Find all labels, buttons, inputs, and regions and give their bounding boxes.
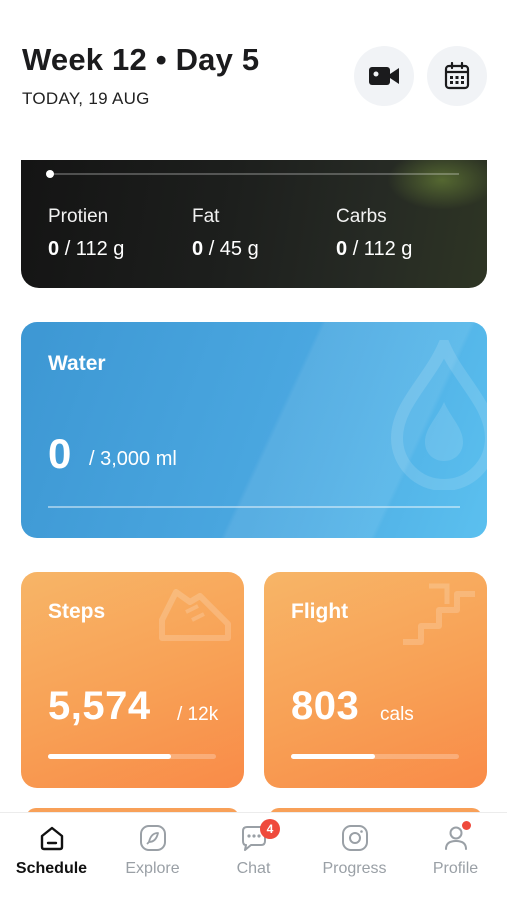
compass-icon <box>139 825 166 851</box>
macros-progress-track <box>49 173 459 175</box>
water-card[interactable]: Water 0 / 3,000 ml <box>21 322 487 538</box>
water-progress-track <box>48 506 460 508</box>
stairs-icon <box>403 583 475 645</box>
macro-label: Fat <box>192 206 220 227</box>
macro-current: 0 <box>48 238 60 260</box>
steps-progress-fill <box>48 754 171 759</box>
shoe-icon <box>159 589 231 641</box>
flight-card[interactable]: Flight 803 cals <box>264 572 487 788</box>
nav-item-profile[interactable]: Profile <box>405 813 506 900</box>
macro-label: Carbs <box>336 206 387 227</box>
water-current: 0 <box>48 430 72 477</box>
steps-card[interactable]: Steps 5,574 / 12k <box>21 572 244 788</box>
today-date: TODAY, 19 AUG <box>22 89 150 108</box>
macro-fat: Fat 0 / 45 g <box>192 206 259 261</box>
macro-goal: / 45 g <box>208 238 259 260</box>
water-label: Water <box>48 352 106 375</box>
calendar-button[interactable] <box>427 46 487 106</box>
bottom-nav: Schedule Explore Chat Progress Profile <box>0 812 507 900</box>
page-title: Week 12 • Day 5 <box>22 42 260 77</box>
nav-label: Schedule <box>15 860 88 877</box>
macro-value: 0 / 45 g <box>192 238 259 261</box>
macro-goal: / 112 g <box>64 238 125 260</box>
nav-item-progress[interactable]: Progress <box>304 813 405 900</box>
macro-protein: Protien 0 / 112 g <box>48 206 124 261</box>
nav-label: Profile <box>432 860 479 877</box>
video-button[interactable] <box>354 46 414 106</box>
nav-label: Explore <box>125 860 180 877</box>
calendar-icon <box>444 62 470 90</box>
macros-card[interactable]: Protien 0 / 112 g Fat 0 / 45 g Carbs 0 /… <box>21 160 487 288</box>
header: Week 12 • Day 5 TODAY, 19 AUG <box>0 0 507 150</box>
profile-notification-dot <box>462 821 471 830</box>
macro-goal: / 112 g <box>352 238 413 260</box>
macro-label: Protien <box>48 206 109 227</box>
macros-card-background <box>387 160 487 210</box>
macro-current: 0 <box>192 238 204 260</box>
flight-progress-track <box>291 754 459 759</box>
macro-value: 0 / 112 g <box>48 238 124 261</box>
home-icon <box>40 826 63 851</box>
flight-value: 803 <box>291 684 360 728</box>
nav-item-chat[interactable]: Chat <box>203 813 304 900</box>
camera-icon <box>341 825 368 851</box>
nav-item-explore[interactable]: Explore <box>102 813 203 900</box>
chat-badge: 4 <box>260 819 280 839</box>
nav-label: Chat <box>236 860 271 877</box>
flight-progress-fill <box>291 754 375 759</box>
flight-label: Flight <box>291 600 349 623</box>
flight-unit: cals <box>380 704 414 725</box>
macros-progress-dot <box>46 170 54 178</box>
video-camera-icon <box>369 67 399 85</box>
macro-carbs: Carbs 0 / 112 g <box>336 206 412 261</box>
nav-item-schedule[interactable]: Schedule <box>1 813 102 900</box>
steps-value: 5,574 <box>48 684 151 728</box>
steps-goal: / 12k <box>177 704 219 725</box>
steps-label: Steps <box>48 600 106 623</box>
macro-current: 0 <box>336 238 348 260</box>
macro-value: 0 / 112 g <box>336 238 412 261</box>
nav-label: Progress <box>322 860 387 877</box>
steps-progress-track <box>48 754 216 759</box>
water-goal: / 3,000 ml <box>89 448 177 470</box>
water-drop-icon <box>390 340 487 490</box>
